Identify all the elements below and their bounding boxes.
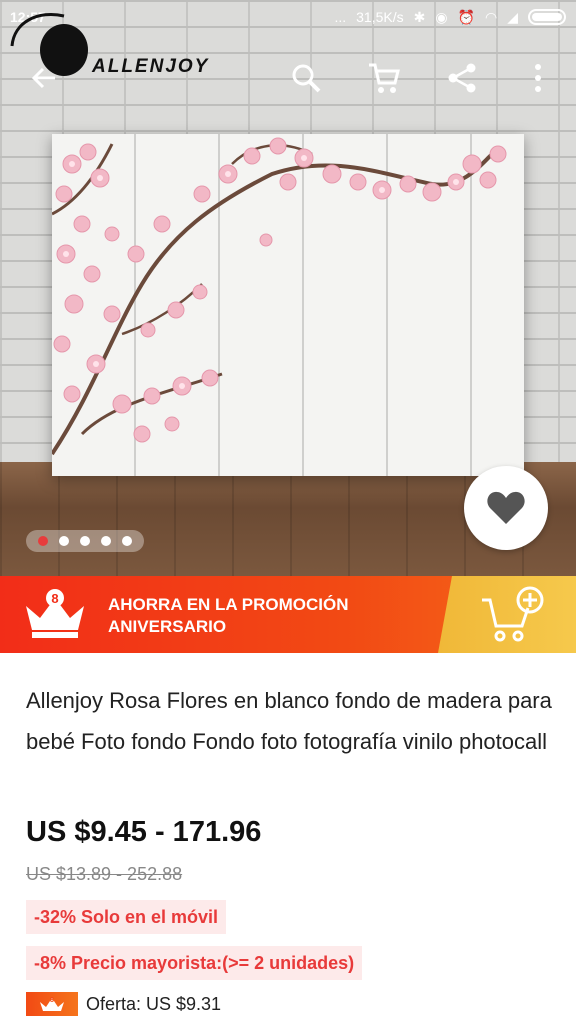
eye-icon: ◉: [435, 8, 448, 25]
cart-icon[interactable]: [364, 58, 404, 98]
offer-row: 8 Oferta: US $9.31: [26, 992, 221, 1016]
crown-badge-number: 8: [51, 591, 58, 606]
gallery-pagination: [26, 530, 144, 552]
cart-plus-icon[interactable]: [480, 586, 546, 644]
favorite-button[interactable]: [464, 466, 548, 550]
original-price: US $13.89 - 252.88: [26, 864, 183, 884]
gallery-dot[interactable]: [58, 536, 69, 546]
gallery-dot[interactable]: [79, 536, 90, 546]
promotion-line-1: AHORRA EN LA PROMOCIÓN: [108, 595, 349, 614]
heart-icon: [487, 491, 525, 524]
wifi-icon: ◠: [485, 8, 498, 25]
battery-icon: [528, 9, 566, 25]
gallery-dot[interactable]: [101, 536, 112, 546]
offer-badge: 8: [26, 992, 78, 1016]
cellular-icon: ◢: [507, 8, 518, 25]
bluetooth-icon: ✱: [413, 8, 426, 25]
gallery-dot[interactable]: [37, 536, 48, 546]
search-icon[interactable]: [286, 58, 326, 98]
offer-badge-number: 8: [50, 997, 54, 1004]
mobile-discount-badge: -32% Solo en el móvil: [26, 900, 227, 934]
back-arrow-icon[interactable]: [24, 58, 64, 98]
alarm-icon: ⏰: [457, 8, 475, 25]
signal-dots: ...: [334, 9, 347, 25]
product-image-gallery[interactable]: 12:57 ... 31,5K/s ✱ ◉ ⏰ ◠ ◢ ALLENJOY: [0, 0, 576, 576]
network-speed: 31,5K/s: [356, 9, 404, 25]
promotion-banner[interactable]: 8 AHORRA EN LA PROMOCIÓN ANIVERSARIO: [0, 576, 576, 653]
product-price: US $9.45 - 171.96: [26, 816, 262, 848]
promotion-text: AHORRA EN LA PROMOCIÓN ANIVERSARIO: [108, 594, 349, 638]
crown-icon: 8: [26, 589, 84, 638]
promotion-line-2: ANIVERSARIO: [108, 617, 227, 636]
offer-price: Oferta: US $9.31: [86, 993, 222, 1014]
gallery-dot[interactable]: [122, 536, 133, 546]
crown-icon: 8: [40, 997, 64, 1011]
brand-logo-text: ALLENJOY: [92, 56, 210, 77]
share-icon[interactable]: [442, 58, 482, 98]
product-title: Allenjoy Rosa Flores en blanco fondo de …: [26, 688, 552, 754]
product-photo: [52, 134, 524, 476]
wholesale-discount-badge: -8% Precio mayorista:(>= 2 unidades): [26, 946, 363, 980]
more-vertical-icon[interactable]: [518, 58, 558, 98]
